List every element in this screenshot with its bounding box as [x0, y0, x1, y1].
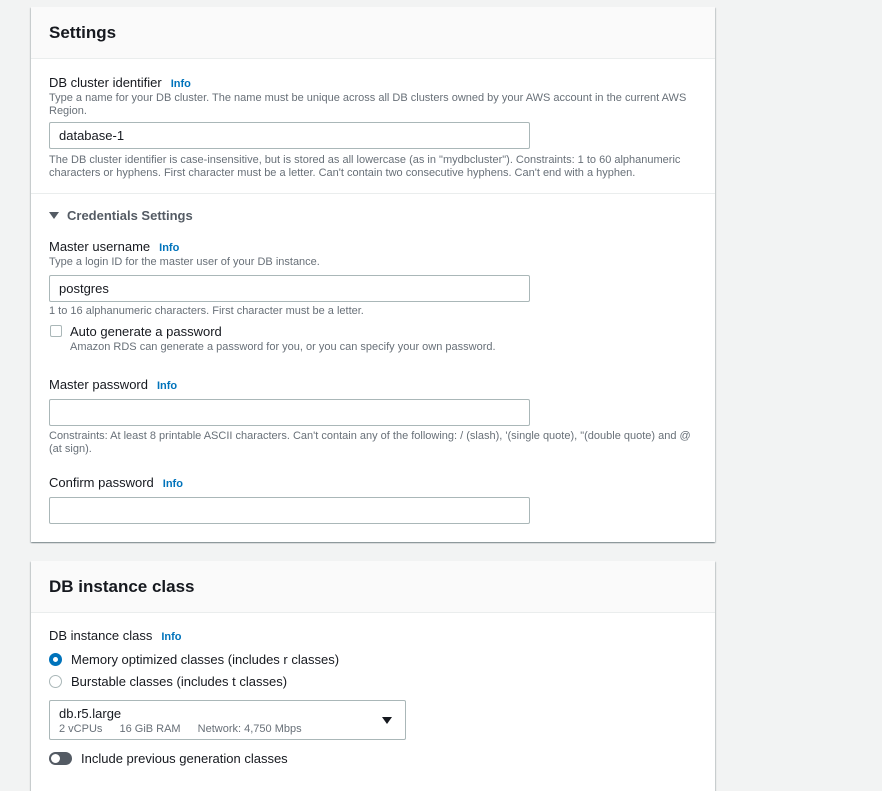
instance-class-panel: DB instance class DB instance class Info…	[31, 561, 715, 791]
confirm-password-info-link[interactable]: Info	[163, 478, 183, 490]
cluster-id-section: DB cluster identifier Info Type a name f…	[49, 75, 689, 118]
password-label: Master password	[49, 377, 148, 392]
credentials-expander[interactable]: Credentials Settings	[49, 208, 193, 223]
select-ram: 16 GiB RAM	[119, 723, 181, 735]
confirm-password-input[interactable]	[49, 497, 530, 524]
radio-button-selected[interactable]	[49, 653, 62, 666]
auto-generate-checkbox[interactable]	[50, 325, 62, 337]
radio-button[interactable]	[49, 675, 62, 688]
caret-down-icon	[49, 212, 59, 219]
radio-burstable-label: Burstable classes (includes t classes)	[71, 674, 288, 689]
auto-generate-label: Auto generate a password	[70, 324, 222, 339]
previous-generation-label: Include previous generation classes	[81, 751, 288, 766]
settings-panel: Settings DB cluster identifier Info Type…	[31, 7, 715, 542]
previous-generation-toggle-row[interactable]: Include previous generation classes	[49, 751, 288, 766]
select-network: Network: 4,750 Mbps	[197, 723, 302, 735]
auto-generate-description: Amazon RDS can generate a password for y…	[70, 341, 496, 353]
section-divider	[31, 193, 715, 194]
confirm-password-label: Confirm password	[49, 475, 154, 490]
username-section: Master username Info Type a login ID for…	[49, 239, 689, 269]
username-description: Type a login ID for the master user of y…	[49, 256, 320, 268]
instance-class-header: DB instance class	[31, 561, 715, 613]
instance-class-label-row: DB instance class Info	[49, 628, 182, 643]
username-label: Master username	[49, 239, 151, 254]
radio-burstable[interactable]: Burstable classes (includes t classes)	[49, 674, 287, 689]
password-info-link[interactable]: Info	[157, 380, 177, 392]
password-input[interactable]	[49, 399, 530, 426]
select-value: db.r5.large	[59, 706, 122, 721]
password-label-row: Master password Info	[49, 377, 177, 392]
cluster-id-input[interactable]: database-1	[49, 122, 530, 149]
credentials-title: Credentials Settings	[67, 208, 193, 223]
settings-title: Settings	[49, 22, 117, 42]
cluster-id-info-link[interactable]: Info	[171, 78, 191, 90]
previous-generation-toggle[interactable]	[49, 752, 72, 765]
settings-header: Settings	[31, 7, 715, 59]
instance-class-title: DB instance class	[49, 576, 195, 596]
password-constraints: Constraints: At least 8 printable ASCII …	[49, 430, 691, 455]
instance-class-info-link[interactable]: Info	[161, 631, 181, 643]
cluster-id-value: database-1	[59, 128, 125, 143]
username-input[interactable]: postgres	[49, 275, 530, 302]
confirm-label-row: Confirm password Info	[49, 475, 183, 490]
instance-class-select[interactable]: db.r5.large 2 vCPUs 16 GiB RAM Network: …	[49, 700, 406, 740]
username-value: postgres	[59, 281, 109, 296]
cluster-id-description: Type a name for your DB cluster. The nam…	[49, 92, 687, 117]
cluster-id-constraints: The DB cluster identifier is case-insens…	[49, 154, 681, 179]
cluster-id-label: DB cluster identifier	[49, 75, 162, 90]
username-info-link[interactable]: Info	[159, 242, 179, 254]
radio-memory-optimized-label: Memory optimized classes (includes r cla…	[71, 652, 340, 667]
username-constraints: 1 to 16 alphanumeric characters. First c…	[49, 305, 364, 317]
radio-memory-optimized[interactable]: Memory optimized classes (includes r cla…	[49, 652, 339, 667]
instance-class-label: DB instance class	[49, 628, 153, 643]
select-caret-icon	[382, 717, 392, 724]
select-details: 2 vCPUs 16 GiB RAM Network: 4,750 Mbps	[59, 723, 396, 735]
select-vcpus: 2 vCPUs	[59, 723, 103, 735]
